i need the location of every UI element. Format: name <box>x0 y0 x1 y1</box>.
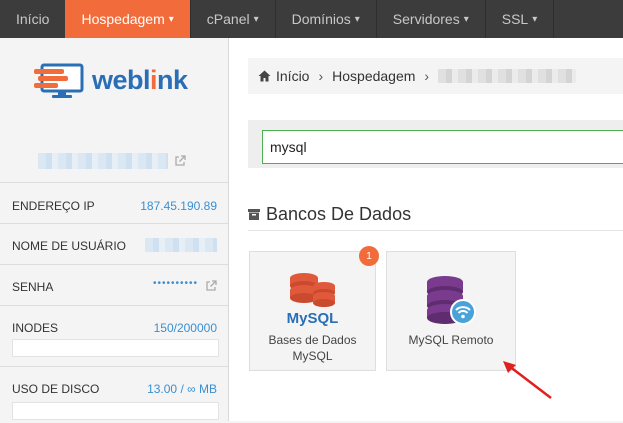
tile-mysql-remote[interactable]: MySQL Remoto <box>386 251 516 371</box>
ip-label: ENDEREÇO IP <box>12 199 95 213</box>
chevron-down-icon: ▾ <box>354 13 360 25</box>
breadcrumb-chevron-icon: › <box>424 68 430 84</box>
disk-usage-value: 13.00 / ∞ MB <box>147 382 217 396</box>
chevron-down-icon: ▾ <box>253 13 259 25</box>
main-content: Início › Hospedagem › Bancos De Dados 1 <box>229 38 623 421</box>
nav-hospedagem-label: Hospedagem <box>81 11 165 27</box>
inodes-usage-bar <box>12 339 219 357</box>
nav-inicio-label: Início <box>16 11 50 27</box>
weblink-logo[interactable]: weblink <box>34 60 204 100</box>
inodes-label: INODES <box>12 321 59 335</box>
username-label: NOME DE USUÁRIO <box>12 239 127 253</box>
breadcrumb-inicio[interactable]: Início <box>276 68 309 84</box>
nav-hospedagem[interactable]: Hospedagem ▾ <box>65 0 190 45</box>
logo-accent-letter: i <box>150 64 158 95</box>
tile-mysql-label-line1: Bases de Dados <box>268 333 357 347</box>
home-icon <box>258 70 271 82</box>
nav-divider <box>553 0 555 38</box>
breadcrumb-chevron-icon: › <box>318 68 324 84</box>
info-row-username: NOME DE USUÁRIO <box>0 223 228 264</box>
inodes-value: 150/200000 <box>153 321 217 335</box>
section-header: Bancos De Dados <box>248 204 411 225</box>
search-input[interactable] <box>262 130 623 164</box>
top-navigation: Início Hospedagem ▾ cPanel ▾ Domínios ▾ … <box>0 0 623 45</box>
username-value-redacted <box>145 238 217 252</box>
breadcrumb: Início › Hospedagem › <box>248 58 623 94</box>
info-row-ip: ENDEREÇO IP 187.45.190.89 <box>0 182 228 223</box>
breadcrumb-current-redacted <box>438 69 577 83</box>
remote-database-icon <box>427 276 476 325</box>
mysql-wordmark: MySQL <box>286 310 339 327</box>
info-row-inodes: INODES 150/200000 <box>0 305 228 366</box>
domain-name-redacted <box>38 153 168 169</box>
nav-ssl-label: SSL <box>501 11 529 27</box>
external-link-icon[interactable] <box>205 280 217 292</box>
logo-wordmark: weblink <box>92 64 188 95</box>
monitor-logo-icon <box>34 63 84 98</box>
nav-servidores-label: Servidores <box>392 11 460 27</box>
section-divider <box>248 230 623 231</box>
nav-cpanel-label: cPanel <box>206 11 250 27</box>
nav-dominios[interactable]: Domínios ▾ <box>276 0 376 38</box>
tile-mysql-label-line2: MySQL <box>292 349 333 363</box>
nav-ssl[interactable]: SSL ▾ <box>486 0 554 38</box>
nav-servidores[interactable]: Servidores ▾ <box>377 0 485 38</box>
tile-remote-label: MySQL Remoto <box>408 333 494 347</box>
count-badge: 1 <box>359 246 379 266</box>
chevron-down-icon: ▾ <box>532 13 538 25</box>
section-title: Bancos De Dados <box>266 204 412 224</box>
disk-usage-label: USO DE DISCO <box>12 382 100 396</box>
info-row-disk: USO DE DISCO 13.00 / ∞ MB <box>0 366 228 423</box>
archive-box-icon <box>248 209 260 220</box>
external-link-icon[interactable] <box>174 155 186 167</box>
annotation-arrow-icon <box>503 361 552 399</box>
nav-inicio[interactable]: Início <box>0 0 65 38</box>
info-row-password: SENHA •••••••••• <box>0 264 228 305</box>
chevron-down-icon: ▾ <box>168 13 174 25</box>
password-value: •••••••••• <box>152 278 198 289</box>
nav-dominios-label: Domínios <box>291 11 351 27</box>
ip-value: 187.45.190.89 <box>140 199 217 213</box>
tile-mysql-databases[interactable]: 1 MySQL Bases de Dados MySQL <box>249 246 379 371</box>
breadcrumb-hospedagem[interactable]: Hospedagem <box>332 68 415 84</box>
disk-usage-bar <box>12 402 219 420</box>
chevron-down-icon: ▾ <box>463 13 469 25</box>
search-panel <box>248 120 623 168</box>
password-label: SENHA <box>12 280 54 294</box>
domain-row <box>38 152 188 170</box>
account-sidebar: weblink ENDEREÇO IP 187.45.190.89 NOME D… <box>0 38 229 421</box>
nav-cpanel[interactable]: cPanel ▾ <box>191 0 275 38</box>
